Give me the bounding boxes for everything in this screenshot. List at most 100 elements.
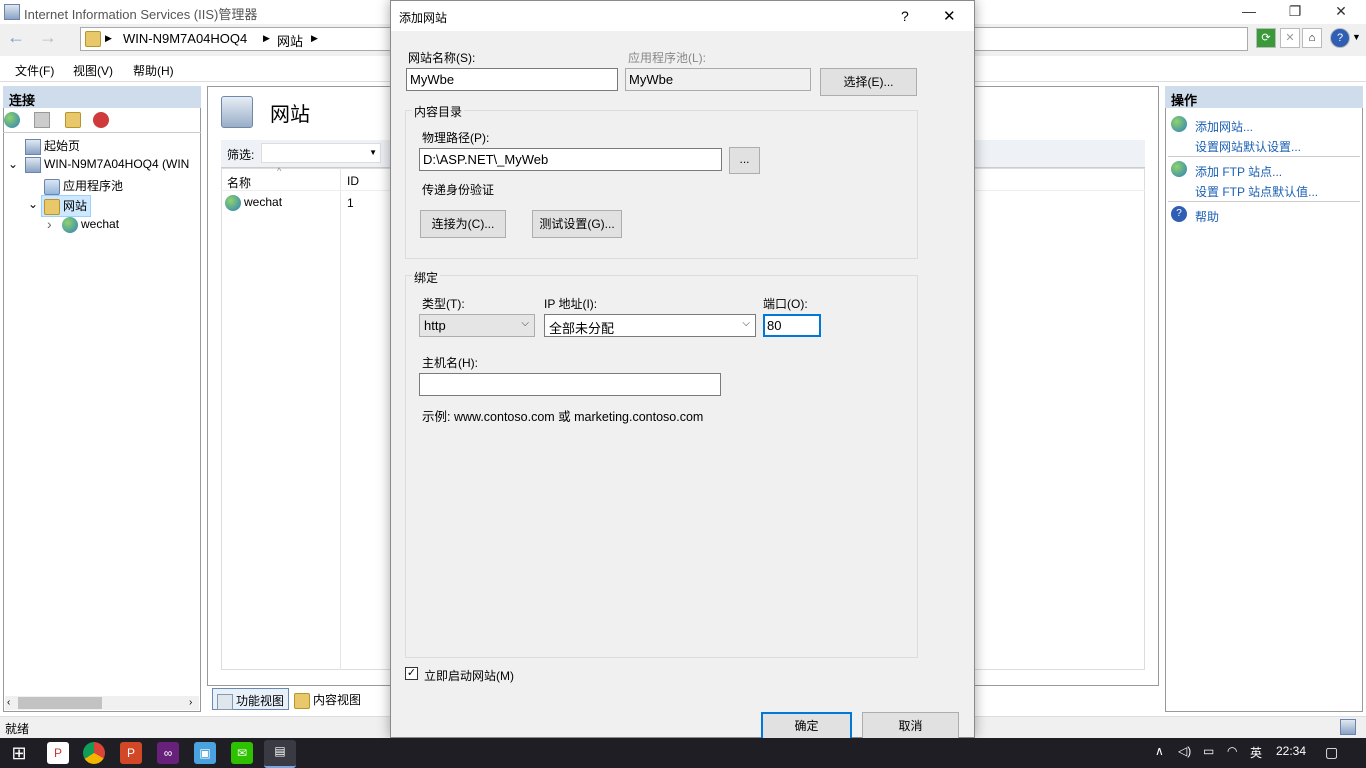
- chevron-right-icon[interactable]: ›: [47, 216, 52, 232]
- stop-icon[interactable]: ✕: [1280, 28, 1300, 48]
- back-button[interactable]: ←: [4, 26, 28, 50]
- action-add-site[interactable]: 添加网站...: [1195, 118, 1253, 135]
- ip-select[interactable]: 全部未分配 ⌵: [544, 314, 756, 337]
- breadcrumb-server[interactable]: WIN-N9M7A04HOQ4: [123, 31, 247, 46]
- minimize-button[interactable]: —: [1226, 0, 1272, 24]
- table-row[interactable]: wechat: [225, 195, 282, 211]
- chevron-down-icon[interactable]: ▼: [1352, 32, 1361, 42]
- tree-item-server[interactable]: WIN-N9M7A04HOQ4 (WIN: [25, 157, 201, 173]
- physical-path-label: 物理路径(P):: [422, 131, 490, 145]
- action-ftp-defaults[interactable]: 设置 FTP 站点默认值...: [1195, 183, 1318, 200]
- app-icon[interactable]: ▣: [194, 742, 216, 764]
- chevron-down-icon[interactable]: ▼: [369, 148, 377, 157]
- visual-studio-icon[interactable]: ∞: [157, 742, 179, 764]
- chevron-down-icon: ⌵: [742, 318, 750, 329]
- battery-icon[interactable]: ▭: [1203, 744, 1214, 758]
- filter-input[interactable]: ▼: [261, 143, 381, 163]
- column-header-name[interactable]: 名称: [227, 174, 251, 191]
- test-settings-button[interactable]: 测试设置(G)...: [532, 210, 622, 238]
- type-select[interactable]: http ⌵: [419, 314, 535, 337]
- chevron-down-icon[interactable]: ⌄: [8, 157, 18, 171]
- save-icon[interactable]: [34, 112, 51, 128]
- connections-header: 连接: [3, 86, 201, 108]
- close-window-button[interactable]: ✕: [1318, 0, 1364, 24]
- up-folder-icon[interactable]: [64, 112, 81, 128]
- folder-icon: [85, 31, 101, 47]
- help-button[interactable]: ?: [901, 8, 909, 24]
- tree-item-start-page[interactable]: 起始页: [25, 137, 80, 155]
- hostname-field[interactable]: [419, 373, 721, 396]
- action-help[interactable]: 帮助: [1195, 208, 1219, 225]
- type-label: 类型(T):: [422, 297, 465, 311]
- p-icon[interactable]: P: [47, 742, 69, 764]
- breadcrumb-sites[interactable]: 网站: [277, 31, 303, 50]
- action-add-ftp[interactable]: 添加 FTP 站点...: [1195, 163, 1282, 180]
- start-site-label[interactable]: 立即启动网站(M): [424, 667, 514, 684]
- breadcrumb-sep: ▶: [105, 33, 112, 43]
- menu-help[interactable]: 帮助(H): [133, 62, 174, 79]
- home-icon[interactable]: ⌂: [1302, 28, 1322, 48]
- chevron-down-icon: ⌵: [521, 318, 529, 329]
- connect-icon[interactable]: [4, 112, 20, 128]
- start-icon[interactable]: ⊞: [8, 742, 30, 764]
- connect-as-button[interactable]: 连接为(C)...: [420, 210, 506, 238]
- binding-group-label: 绑定: [412, 269, 441, 286]
- browse-button[interactable]: ...: [729, 147, 760, 174]
- scroll-left-icon[interactable]: ‹: [7, 697, 10, 708]
- wechat-icon[interactable]: ✉: [231, 742, 253, 764]
- port-field[interactable]: 80: [763, 314, 821, 337]
- tree-label: 应用程序池: [63, 179, 124, 193]
- content-group-label: 内容目录: [412, 103, 465, 120]
- ime-indicator[interactable]: 英: [1250, 744, 1262, 761]
- physical-path-field[interactable]: D:\ASP.NET\_MyWeb: [419, 148, 722, 171]
- globe-icon: [62, 217, 78, 233]
- ok-button[interactable]: 确定: [761, 712, 852, 740]
- disconnect-icon[interactable]: [93, 112, 110, 128]
- scrollbar-thumb[interactable]: [18, 697, 102, 709]
- sort-icon: ^: [277, 166, 282, 176]
- tray-chevron-icon[interactable]: ∧: [1155, 744, 1164, 758]
- scroll-right-icon[interactable]: ›: [189, 697, 192, 708]
- help-icon: ?: [1171, 206, 1187, 222]
- actions-header: 操作: [1165, 86, 1363, 108]
- select-pool-button[interactable]: 选择(E)...: [820, 68, 917, 96]
- forward-button[interactable]: →: [36, 26, 60, 50]
- cancel-button[interactable]: 取消: [862, 712, 959, 740]
- divider: [1168, 201, 1360, 202]
- tree-item-wechat[interactable]: wechat: [62, 217, 119, 233]
- sites-folder-icon: [44, 198, 60, 215]
- network-icon[interactable]: ◠: [1227, 744, 1237, 758]
- menu-file[interactable]: 文件(F): [15, 62, 54, 79]
- iis-icon[interactable]: ▤: [264, 740, 296, 768]
- cell-name: wechat: [244, 195, 283, 210]
- chrome-icon[interactable]: [83, 742, 105, 764]
- clock[interactable]: 22:34: [1276, 744, 1306, 758]
- action-site-defaults[interactable]: 设置网站默认设置...: [1195, 138, 1301, 155]
- tree-item-app-pools[interactable]: 应用程序池: [44, 177, 123, 195]
- tab-content-view[interactable]: 内容视图: [290, 688, 365, 710]
- menu-view[interactable]: 视图(V): [73, 62, 113, 79]
- dialog-close-button[interactable]: ✕: [943, 7, 956, 25]
- site-name-field[interactable]: MyWbe: [406, 68, 618, 91]
- volume-icon[interactable]: ◁): [1178, 744, 1191, 758]
- help-icon[interactable]: ?: [1330, 28, 1350, 48]
- refresh-icon[interactable]: ⟳: [1256, 28, 1276, 48]
- app-pool-icon: [44, 178, 60, 195]
- notification-icon[interactable]: ▢: [1325, 744, 1338, 761]
- tab-features-view[interactable]: 功能视图: [212, 688, 290, 710]
- tree-item-sites[interactable]: 网站: [41, 195, 92, 217]
- window-title: Internet Information Services (IIS)管理器: [24, 7, 258, 22]
- divider: [3, 132, 201, 133]
- tree-label: 网站: [63, 199, 88, 213]
- column-header-id[interactable]: ID: [347, 174, 359, 188]
- start-site-checkbox[interactable]: ✓: [405, 667, 418, 680]
- chevron-down-icon[interactable]: ⌄: [28, 197, 38, 211]
- maximize-button[interactable]: ❐: [1272, 0, 1318, 24]
- powerpoint-icon[interactable]: P: [120, 742, 142, 764]
- tree-label: WIN-N9M7A04HOQ4 (WIN: [44, 157, 190, 172]
- breadcrumb-sep: ▶: [263, 33, 270, 43]
- app-pool-label: 应用程序池(L):: [628, 51, 707, 65]
- features-view-icon: [217, 693, 233, 710]
- iis-app-icon: [4, 4, 20, 20]
- cell-id: 1: [347, 196, 354, 210]
